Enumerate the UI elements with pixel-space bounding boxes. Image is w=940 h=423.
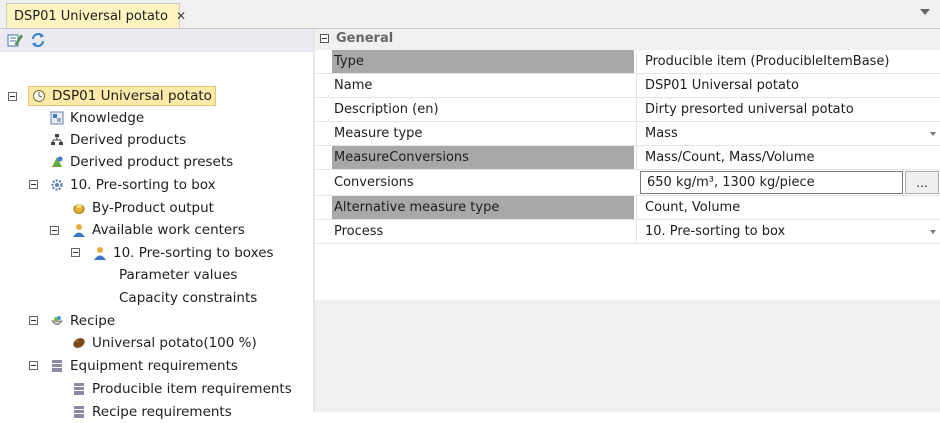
equipment-icon [71,381,87,397]
property-name: MeasureConversions [332,146,634,169]
tree-toolbar [0,29,313,52]
collapse-icon[interactable] [29,361,38,370]
tree-node-label: Recipe [70,313,116,329]
tree-node-universal-potato[interactable]: Universal potato(100 %) [71,332,257,354]
property-row-measure-conversions: MeasureConversions Mass/Count, Mass/Volu… [315,146,940,170]
tree-node-label: Derived product presets [70,154,234,170]
knowledge-icon [49,110,65,126]
tab-dsp01-universal-potato[interactable]: DSP01 Universal potato ✕ [6,3,186,28]
process-select[interactable]: 10. Pre-sorting to box [636,220,940,243]
conversions-ellipsis-button[interactable]: ... [905,171,939,194]
tree-node-knowledge[interactable]: Knowledge [49,107,144,129]
tree-node-presorting[interactable]: 10. Pre-sorting to box [49,174,216,196]
derived-products-icon [49,132,65,148]
tree-node-label: 10. Pre-sorting to boxes [113,245,274,261]
collapse-icon[interactable] [71,248,80,257]
collapse-icon[interactable] [29,316,38,325]
tree-node-derived-product-presets[interactable]: Derived product presets [49,151,233,173]
property-value: Mass/Count, Mass/Volume [636,146,940,169]
property-row-alternative-measure-type: Alternative measure type Count, Volume [315,196,940,220]
potato-icon [71,335,87,351]
tree-node-label: Universal potato(100 %) [92,335,257,351]
recipe-icon [49,313,65,329]
edit-icon[interactable] [6,32,23,49]
process-value: 10. Pre-sorting to box [645,224,786,239]
tree-node-label: Capacity constraints [119,290,258,306]
property-row-name[interactable]: Name DSP01 Universal potato [315,74,940,98]
document-tab-strip: DSP01 Universal potato ✕ [0,0,940,29]
property-name: Conversions [334,175,414,190]
chevron-down-icon[interactable] [930,230,936,234]
property-name: Measure type [334,126,423,141]
tree-node-equipment-requirements[interactable]: Equipment requirements [49,355,238,377]
user-icon [71,222,87,238]
collapse-icon[interactable] [8,92,17,101]
property-row-type: Type Producible item (ProducibleItemBase… [315,50,940,74]
tree-node-available-work-centers[interactable]: Available work centers [71,219,245,241]
property-row-description[interactable]: Description (en) Dirty presorted univers… [315,98,940,122]
tree-node-root[interactable]: DSP01 Universal potato [28,86,216,106]
tree-node-label: DSP01 Universal potato [52,88,212,104]
property-group-label: General [336,31,394,46]
close-icon[interactable]: ✕ [176,9,186,23]
tree-node-label: Producible item requirements [92,381,292,397]
tree-node-label: Recipe requirements [92,404,232,420]
tree-node-label: By-Product output [92,200,214,216]
user-icon [92,245,108,261]
collapse-icon[interactable] [29,180,38,189]
tree-node-recipe[interactable]: Recipe [49,310,115,332]
root-item-icon [31,88,47,104]
tree-node-capacity-constraints[interactable]: Capacity constraints [119,287,257,309]
chevron-down-icon[interactable] [930,132,936,136]
property-name: Description (en) [334,102,439,117]
equipment-icon [71,404,87,420]
property-row-conversions[interactable]: Conversions 650 kg/m³, 1300 kg/piece ... [315,170,940,196]
name-field[interactable]: DSP01 Universal potato [636,74,940,97]
property-row-process[interactable]: Process 10. Pre-sorting to box [315,220,940,244]
tree-node-label: Knowledge [70,110,145,126]
tree-node-label: Parameter values [119,267,238,283]
conversions-field[interactable]: 650 kg/m³, 1300 kg/piece [640,171,903,194]
tree-node-presorting-boxes[interactable]: 10. Pre-sorting to boxes [92,242,274,264]
tree-node-label: Derived products [70,132,187,148]
gear-icon [49,177,65,193]
tree-node-producible-item-requirements[interactable]: Producible item requirements [71,378,292,400]
property-name: Alternative measure type [332,196,634,219]
property-row-measure-type[interactable]: Measure type Mass [315,122,940,146]
presets-icon [49,154,65,170]
tree-node-label: Equipment requirements [70,358,238,374]
property-group-header[interactable]: General [315,29,940,50]
tree-node-label: 10. Pre-sorting to box [70,177,216,193]
tab-title: DSP01 Universal potato [14,8,168,24]
tab-list-dropdown-icon[interactable] [920,9,930,15]
property-grid-panel: General Type Producible item (Producible… [315,29,940,300]
refresh-icon[interactable] [29,32,46,49]
measure-type-value: Mass [645,126,678,141]
property-value: Producible item (ProducibleItemBase) [636,50,940,73]
equipment-icon [49,358,65,374]
property-grid-empty-area [315,300,940,412]
property-name: Type [332,50,634,73]
tree-node-derived-products[interactable]: Derived products [49,129,186,151]
tree-panel: DSP01 Universal potato Knowledge Derived… [0,29,313,420]
measure-type-select[interactable]: Mass [636,122,940,145]
tree-node-parameter-values[interactable]: Parameter values [119,264,237,286]
tree-node-recipe-requirements[interactable]: Recipe requirements [71,401,232,423]
byproduct-icon [71,200,87,216]
collapse-icon[interactable] [50,226,59,235]
description-field[interactable]: Dirty presorted universal potato [636,98,940,121]
property-name: Process [334,224,384,239]
collapse-icon[interactable] [320,34,329,43]
tree-node-byproduct-output[interactable]: By-Product output [71,197,214,219]
tree-node-label: Available work centers [92,222,245,238]
property-value: Count, Volume [636,196,940,219]
property-name: Name [334,78,373,93]
